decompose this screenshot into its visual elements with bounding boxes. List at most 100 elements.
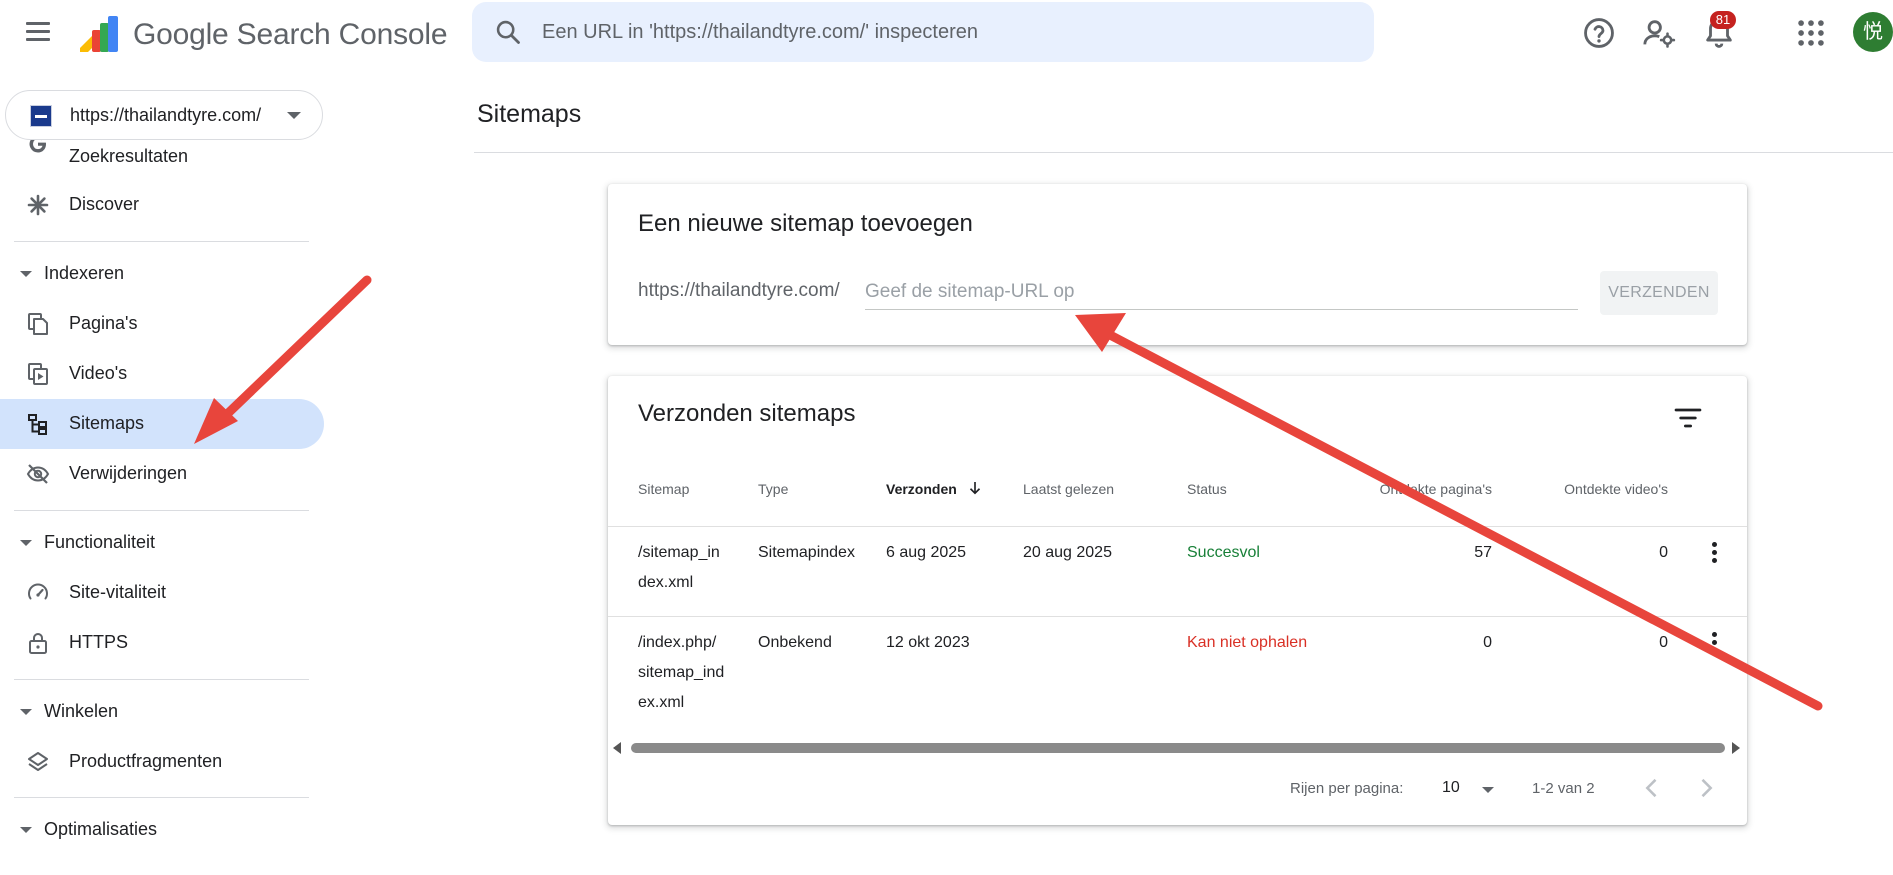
sidebar-item-label: Zoekresultaten	[69, 146, 189, 166]
sidebar-section-functionality[interactable]: Functionaliteit	[0, 523, 324, 563]
eye-off-icon	[26, 464, 50, 484]
chevron-down-icon	[1482, 787, 1494, 793]
cell-status: Succesvol	[1187, 544, 1260, 561]
cell-sitemap-line: /sitemap_in	[638, 544, 720, 561]
cell-discovered-pages: 57	[1474, 544, 1492, 561]
app-title: Google Search Console	[133, 18, 448, 51]
column-header-type[interactable]: Type	[758, 481, 788, 497]
collapse-arrow-icon	[20, 271, 32, 277]
sidebar-item-pages[interactable]: Pagina's	[0, 299, 324, 349]
cell-submitted: 6 aug 2025	[886, 544, 967, 561]
table-row-rule	[608, 616, 1747, 617]
submitted-sitemaps-title: Verzonden sitemaps	[638, 400, 856, 427]
section-label: Optimalisaties	[44, 819, 158, 839]
cell-sitemap-line: dex.xml	[638, 574, 694, 591]
column-header-status[interactable]: Status	[1187, 481, 1227, 497]
layers-icon	[28, 752, 48, 771]
cell-discovered-pages: 0	[1483, 634, 1492, 651]
sitemap-url-input[interactable]	[865, 274, 1578, 310]
top-bar: Google Search Console 81 悦	[0, 0, 1893, 66]
user-settings-icon[interactable]	[1642, 16, 1676, 50]
asterisk-icon	[27, 194, 49, 216]
main-menu-icon[interactable]	[22, 20, 54, 44]
sidebar-item-label: Verwijderingen	[69, 463, 188, 483]
url-inspect-search[interactable]	[472, 2, 1374, 62]
section-label: Indexeren	[44, 263, 125, 283]
rows-per-page-label: Rijen per pagina:	[1290, 780, 1404, 797]
scrollbar-thumb[interactable]	[631, 743, 1725, 753]
more-options-icon[interactable]	[1702, 628, 1726, 658]
column-header-discovered-pages[interactable]: Ontdekte pagina's	[1292, 481, 1492, 497]
add-sitemap-title: Een nieuwe sitemap toevoegen	[638, 210, 973, 237]
section-label: Functionaliteit	[44, 532, 156, 552]
column-header-label: Verzonden	[886, 481, 957, 497]
more-options-icon[interactable]	[1702, 538, 1726, 568]
rows-per-page-select[interactable]: 10	[1432, 776, 1500, 802]
sidebar-section-enhancements[interactable]: Optimalisaties	[0, 810, 324, 850]
sidebar-item-removals[interactable]: Verwijderingen	[0, 449, 324, 499]
cell-sitemap-line: /index.php/	[638, 634, 717, 651]
chevron-down-icon	[287, 112, 301, 119]
property-favicon	[30, 105, 52, 127]
sort-arrow-down-icon	[969, 482, 981, 495]
cell-discovered-videos: 0	[1659, 544, 1668, 561]
sidebar-divider	[14, 679, 309, 680]
horizontal-scrollbar[interactable]	[608, 738, 1747, 758]
cell-sitemap-line: sitemap_ind	[638, 664, 725, 681]
sidebar-item-product-snippets[interactable]: Productfragmenten	[0, 737, 324, 787]
scroll-right-arrow-icon[interactable]	[1732, 742, 1740, 754]
sidebar-item-core-web-vitals[interactable]: Site-vitaliteit	[0, 568, 324, 618]
table-header-rule	[608, 526, 1747, 527]
property-selector[interactable]: https://thailandtyre.com/	[5, 90, 323, 140]
notification-count-badge: 81	[1710, 11, 1736, 29]
sidebar-item-label: Sitemaps	[69, 413, 145, 433]
submitted-sitemaps-card: Verzonden sitemaps Sitemap Type Verzonde…	[608, 376, 1747, 825]
cell-last-read: 20 aug 2025	[1023, 544, 1112, 561]
help-icon[interactable]	[1582, 16, 1616, 50]
cell-discovered-videos: 0	[1659, 634, 1668, 651]
sidebar-divider	[14, 241, 309, 242]
collapse-arrow-icon	[20, 540, 32, 546]
property-url: https://thailandtyre.com/	[70, 105, 262, 125]
sidebar-divider	[14, 797, 309, 798]
apps-grid-icon[interactable]	[1794, 16, 1828, 50]
sidebar-item-sitemaps[interactable]: Sitemaps	[0, 399, 324, 449]
sidebar-section-indexing[interactable]: Indexeren	[0, 254, 324, 294]
sidebar-item-discover[interactable]: Discover	[0, 180, 324, 230]
cell-status: Kan niet ophalen	[1187, 634, 1308, 651]
submit-sitemap-button[interactable]: VERZENDEN	[1600, 271, 1718, 315]
sidebar-item-label: Video's	[69, 363, 128, 383]
sidebar-item-label: HTTPS	[69, 632, 129, 652]
cell-submitted: 12 okt 2023	[886, 634, 970, 651]
sidebar-item-https[interactable]: HTTPS	[0, 618, 324, 668]
lock-icon	[29, 633, 47, 654]
search-icon	[496, 20, 520, 44]
sidebar-item-label: Discover	[69, 194, 140, 214]
next-page-icon[interactable]	[1692, 774, 1720, 802]
page-title: Sitemaps	[477, 100, 582, 128]
rows-per-page-value: 10	[1442, 779, 1460, 796]
search-input[interactable]	[542, 14, 1342, 50]
collapse-arrow-icon	[20, 827, 32, 833]
sitemap-url-prefix: https://thailandtyre.com/	[638, 280, 840, 301]
sidebar-item-label: Pagina's	[69, 313, 138, 333]
sitemap-icon	[28, 414, 47, 435]
gauge-icon	[28, 583, 48, 600]
previous-page-icon[interactable]	[1638, 774, 1666, 802]
column-header-sitemap[interactable]: Sitemap	[638, 481, 689, 497]
scroll-left-arrow-icon[interactable]	[613, 742, 621, 754]
video-icon	[28, 363, 48, 385]
account-avatar[interactable]: 悦	[1853, 12, 1893, 52]
column-header-discovered-videos[interactable]: Ontdekte video's	[1468, 481, 1668, 497]
cell-sitemap: /index.php/ sitemap_ind ex.xml	[638, 628, 724, 718]
search-console-logo-icon	[80, 16, 118, 52]
filter-icon[interactable]	[1672, 402, 1704, 434]
column-header-submitted[interactable]: Verzonden	[886, 481, 981, 497]
sidebar-divider	[14, 510, 309, 511]
collapse-arrow-icon	[20, 709, 32, 715]
sidebar-section-shopping[interactable]: Winkelen	[0, 692, 324, 732]
sidebar-item-videos[interactable]: Video's	[0, 349, 324, 399]
column-header-last-read[interactable]: Laatst gelezen	[1023, 481, 1114, 497]
title-divider	[474, 152, 1893, 153]
pages-icon	[28, 313, 48, 335]
